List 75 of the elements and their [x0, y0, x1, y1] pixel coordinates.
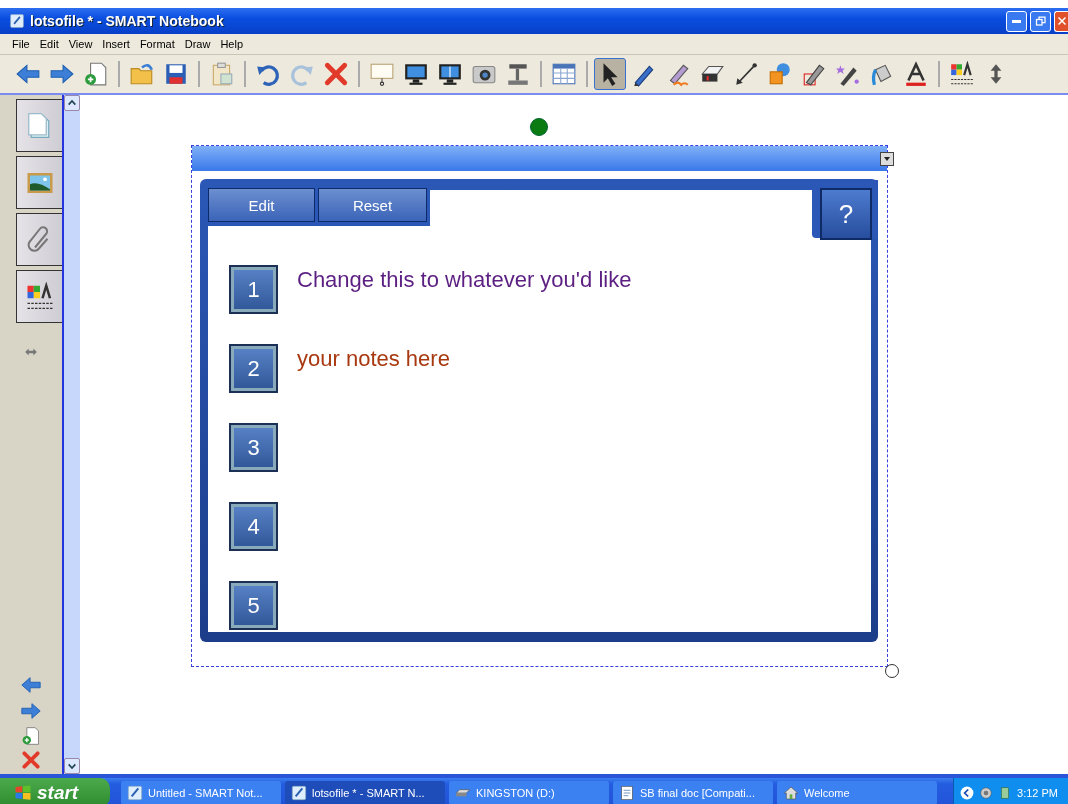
rotate-handle[interactable]: [530, 118, 548, 136]
window-title: lotsofile * - SMART Notebook: [30, 13, 225, 29]
menu-item[interactable]: Insert: [98, 38, 136, 50]
taskbar-button[interactable]: SB final doc [Compati...: [613, 780, 773, 804]
caret-down-icon: [67, 761, 77, 771]
forward-button[interactable]: [20, 700, 42, 722]
menu-item[interactable]: Edit: [35, 38, 65, 50]
number-button[interactable]: 1: [229, 265, 278, 314]
number-button[interactable]: 2: [229, 344, 278, 393]
menu-item[interactable]: File: [8, 38, 36, 50]
taskbar-button[interactable]: KINGSTON (D:): [449, 780, 609, 804]
house-icon: [783, 784, 799, 801]
caret-up-icon: [67, 98, 77, 108]
note-text[interactable]: Change this to whatever you'd like: [297, 267, 632, 293]
note-text[interactable]: your notes here: [297, 346, 450, 372]
number-button[interactable]: 3: [229, 423, 278, 472]
monitor-icon: [403, 61, 429, 87]
menu-item[interactable]: Format: [135, 38, 181, 50]
menu-item[interactable]: Draw: [180, 38, 217, 50]
taskbar-button[interactable]: Welcome: [777, 780, 937, 804]
delete-button[interactable]: [21, 750, 41, 770]
page-plus-icon: [21, 726, 41, 746]
arrow-left-icon: [15, 61, 41, 87]
scroll-down-button[interactable]: [64, 758, 80, 774]
page-plus-icon: [83, 61, 109, 87]
tab-button[interactable]: Edit: [208, 188, 315, 222]
table-icon: [551, 61, 577, 87]
taskbar-button[interactable]: lotsofile * - SMART N...: [285, 780, 445, 804]
projector-screen-icon: [369, 61, 395, 87]
sidebar-tab[interactable]: [16, 213, 62, 266]
folder-icon: [129, 61, 155, 87]
tab-button[interactable]: Reset: [318, 188, 427, 222]
minimize-icon: [1012, 19, 1021, 23]
menu-item[interactable]: Help: [216, 38, 249, 50]
caret-down-icon: [883, 154, 891, 163]
properties-icon: [949, 61, 975, 87]
app-icon: [10, 14, 24, 28]
windows-flag-icon: [14, 783, 32, 802]
menu-button[interactable]: [880, 151, 894, 166]
text-color-icon: [903, 61, 929, 87]
number-button[interactable]: 4: [229, 502, 278, 551]
notebook-icon: [291, 784, 307, 801]
arrow-left-icon: [20, 674, 42, 696]
chevron-left-icon: [960, 785, 975, 800]
start-label: start: [37, 781, 79, 804]
minimize-button[interactable]: [1006, 10, 1027, 32]
close-icon: [1055, 15, 1068, 27]
taskbar-button[interactable]: Untitled - SMART Not...: [121, 780, 281, 804]
resize-handle[interactable]: [885, 664, 899, 678]
line-icon: [733, 61, 759, 87]
tool-button[interactable]: [594, 58, 626, 90]
restore-button[interactable]: [1030, 10, 1051, 32]
tray-icon: [979, 785, 994, 800]
sidebar-tab[interactable]: [16, 99, 62, 152]
scroll-up-button[interactable]: [64, 95, 80, 111]
monitor-icon: [437, 61, 463, 87]
restore-icon: [1034, 15, 1047, 27]
help-button[interactable]: ?: [820, 188, 872, 240]
shapes-icon: [767, 61, 793, 87]
arrow-right-icon: [49, 61, 75, 87]
scrollbar[interactable]: [62, 95, 80, 774]
x-mark-icon: [323, 61, 349, 87]
clock: 3:12 PM: [1017, 786, 1058, 799]
start-button[interactable]: start: [0, 778, 110, 804]
sidebar-tab[interactable]: [16, 270, 62, 323]
document-icon: [619, 784, 635, 801]
close-button[interactable]: [1054, 10, 1068, 32]
notebook-icon: [127, 784, 143, 801]
x-mark-icon: [21, 750, 41, 770]
back-button[interactable]: [20, 674, 42, 696]
arrow-right-icon: [20, 700, 42, 722]
number-button[interactable]: 5: [229, 581, 278, 630]
add-page-button[interactable]: [21, 726, 41, 746]
sidebar-tab[interactable]: [16, 156, 62, 209]
menu-item[interactable]: View: [64, 38, 99, 50]
